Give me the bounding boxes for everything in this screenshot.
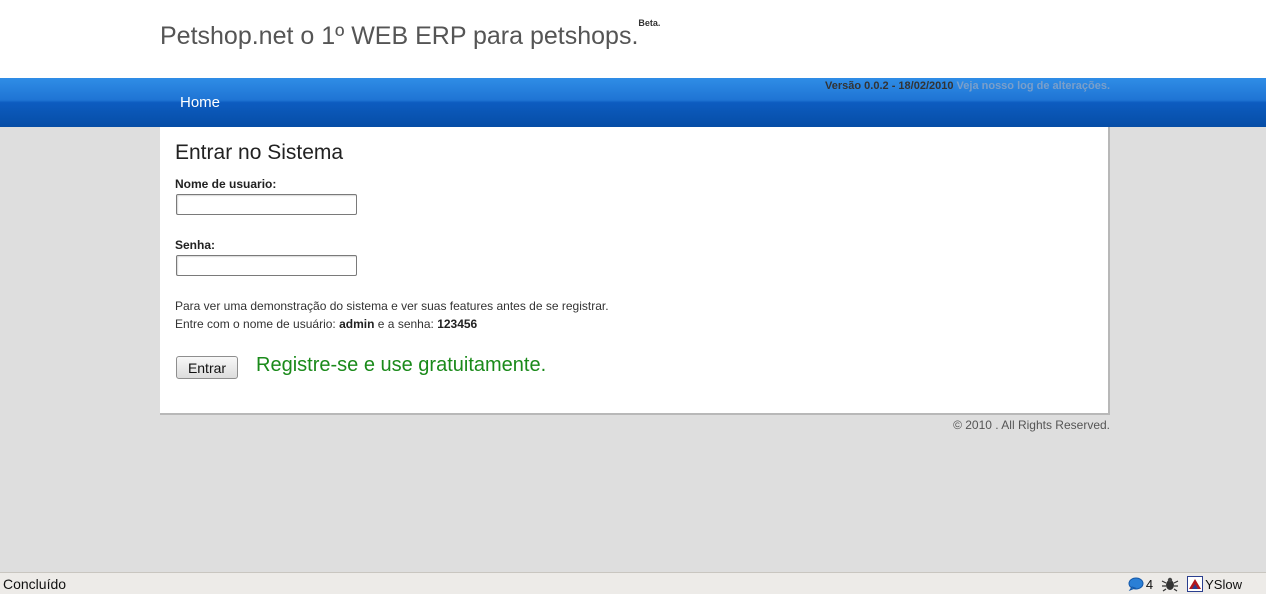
username-label: Nome de usuario: [175,177,277,191]
password-input[interactable] [176,255,357,276]
chat-count: 4 [1145,576,1154,592]
demo-password: 123456 [437,317,478,331]
demo-info-mid: e a senha: [377,317,434,331]
beta-badge: Beta. [638,18,661,28]
chat-indicator[interactable]: 4 [1128,577,1153,592]
demo-info-line2: Entre com o nome de usuário: admin e a s… [175,317,477,331]
nav-bar: Home Versão 0.0.2 - 18/02/2010 Veja noss… [0,78,1266,127]
login-panel: Entrar no Sistema Nome de usuario: Senha… [160,127,1110,415]
version-info: Versão 0.0.2 - 18/02/2010 Veja nosso log… [825,80,1110,92]
site-title: Petshop.net o 1º WEB ERP para petshops.B… [160,18,660,51]
status-text: Concluído [3,576,67,592]
username-input[interactable] [176,194,357,215]
demo-username: admin [339,317,375,331]
firebug-icon[interactable] [1161,576,1179,592]
login-submit-button[interactable]: Entrar [176,356,238,379]
demo-info-prefix: Entre com o nome de usuário: [175,317,336,331]
status-bar-addons: 4 YSlow [1128,575,1242,593]
register-link[interactable]: Registre-se e use gratuitamente. [256,354,546,377]
browser-status-bar: Concluído 4 YSlow [0,572,1266,594]
version-text: Versão 0.0.2 - 18/02/2010 [825,80,954,92]
yslow-icon [1187,576,1204,592]
demo-info-line1: Para ver uma demonstração do sistema e v… [175,299,609,313]
password-label: Senha: [175,238,216,252]
yslow-addon[interactable]: YSlow [1187,576,1242,592]
changelog-link[interactable]: Veja nosso log de alterações. [957,80,1110,92]
yslow-label: YSlow [1205,576,1242,592]
copyright-footer: © 2010 . All Rights Reserved. [953,418,1110,432]
chat-bubble-icon [1128,577,1144,591]
site-title-text: Petshop.net o 1º WEB ERP para petshops. [160,22,639,50]
site-header: Petshop.net o 1º WEB ERP para petshops.B… [0,0,1266,78]
nav-home-link[interactable]: Home [180,94,220,111]
login-title: Entrar no Sistema [175,141,344,164]
